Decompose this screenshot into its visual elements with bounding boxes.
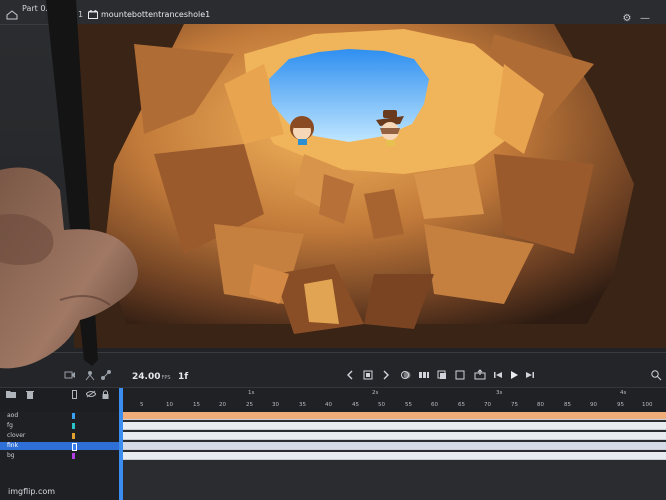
ruler-number: 35 <box>299 402 306 408</box>
layer-depth-icon[interactable] <box>84 369 96 381</box>
ruler-number: 80 <box>537 402 544 408</box>
ruler-number: 75 <box>511 402 518 408</box>
timeline-panel: 24.00FPS 1f 1s 2s 3s 4s 5 10 15 20 25 30… <box>0 352 666 500</box>
lock-icon[interactable] <box>102 390 109 399</box>
layer-color-swatch <box>72 443 77 451</box>
ruler-number: 100 <box>642 402 653 408</box>
frame-span[interactable] <box>123 452 666 460</box>
layer-row[interactable]: bg <box>0 452 120 460</box>
scene-name[interactable]: mountebottentranceshole1 <box>101 10 210 19</box>
minimize-icon[interactable]: — <box>640 14 650 24</box>
ruler-number: 5 <box>140 402 144 408</box>
frame-span[interactable] <box>123 412 666 420</box>
second-marker: 1s <box>248 390 255 396</box>
layer-name: fink <box>7 442 19 449</box>
second-marker: 2s <box>372 390 379 396</box>
fps-value: 24.00 <box>132 372 161 382</box>
frame-span[interactable] <box>123 442 666 450</box>
rig-icon[interactable] <box>100 369 112 381</box>
keyframe-icon[interactable] <box>362 369 374 381</box>
timeline-toolbar: 24.00FPS 1f <box>0 352 666 388</box>
layer-name: aod <box>7 412 19 419</box>
layer-row[interactable]: clover <box>0 432 120 440</box>
ruler-number: 50 <box>378 402 385 408</box>
folder-icon[interactable] <box>6 390 16 398</box>
second-marker: 3s <box>496 390 503 396</box>
ruler-number: 30 <box>272 402 279 408</box>
edit-multiple-frames-icon[interactable] <box>418 369 430 381</box>
layer-name: fg <box>7 422 13 429</box>
eye-hidden-icon[interactable] <box>86 390 96 398</box>
monitor-screen: Part 0.fla 1 mountebottentranceshole1 ⚙ … <box>0 0 666 500</box>
highlight-layers-icon[interactable] <box>72 390 77 399</box>
document-tab[interactable]: Part 0.fla <box>22 0 66 18</box>
ruler-number: 55 <box>405 402 412 408</box>
ruler-number: 60 <box>431 402 438 408</box>
frame-span[interactable] <box>123 432 666 440</box>
layer-color-swatch <box>72 413 75 419</box>
layer-name: clover <box>7 432 26 439</box>
step-forward-icon[interactable] <box>524 369 536 381</box>
ruler-number: 65 <box>458 402 465 408</box>
ruler-number: 25 <box>246 402 253 408</box>
fps-display[interactable]: 24.00FPS <box>132 372 171 382</box>
copy-frames-icon[interactable] <box>436 369 448 381</box>
frame-span[interactable] <box>123 422 666 430</box>
layer-row[interactable]: aod <box>0 412 120 420</box>
onion-skin-icon[interactable] <box>400 369 412 381</box>
insert-frame-icon[interactable] <box>474 369 486 381</box>
home-icon[interactable] <box>6 10 18 20</box>
layer-color-swatch <box>72 433 75 439</box>
settings-icon[interactable]: ⚙ <box>622 14 632 24</box>
play-icon[interactable] <box>508 369 520 381</box>
chevron-left-icon[interactable] <box>344 369 356 381</box>
ruler-number: 90 <box>590 402 597 408</box>
ruler-number: 85 <box>564 402 571 408</box>
playhead[interactable] <box>119 388 123 500</box>
chevron-right-icon[interactable] <box>380 369 392 381</box>
second-marker: 4s <box>620 390 627 396</box>
ruler-number: 20 <box>219 402 226 408</box>
loop-indicator[interactable]: 1f <box>178 372 188 382</box>
ruler-number: 15 <box>193 402 200 408</box>
paste-frames-icon[interactable] <box>454 369 466 381</box>
layer-row-selected[interactable]: fink <box>0 442 120 451</box>
layer-row[interactable]: fg <box>0 422 120 430</box>
layer-color-swatch <box>72 453 75 459</box>
stage-canvas[interactable] <box>74 24 666 348</box>
layer-color-swatch <box>72 423 75 429</box>
cave-illustration <box>74 24 666 348</box>
ruler-number: 10 <box>166 402 173 408</box>
frame-grid[interactable] <box>123 412 666 500</box>
ruler-number: 40 <box>325 402 332 408</box>
ruler-number: 95 <box>617 402 624 408</box>
trash-icon[interactable] <box>26 390 34 399</box>
watermark: imgflip.com <box>8 487 56 496</box>
step-back-icon[interactable] <box>492 369 504 381</box>
ruler-number: 70 <box>484 402 491 408</box>
title-bar: Part 0.fla 1 mountebottentranceshole1 ⚙ … <box>0 0 666 25</box>
layer-name: bg <box>7 452 15 459</box>
camera-icon[interactable] <box>64 369 76 381</box>
search-icon[interactable] <box>650 369 662 381</box>
timeline-ruler[interactable]: 1s 2s 3s 4s 5 10 15 20 25 30 35 40 45 50… <box>120 388 666 412</box>
ruler-number: 45 <box>352 402 359 408</box>
fps-unit: FPS <box>161 375 171 381</box>
scene-clapper-icon <box>88 10 98 19</box>
frame-number: 1 <box>78 10 84 19</box>
